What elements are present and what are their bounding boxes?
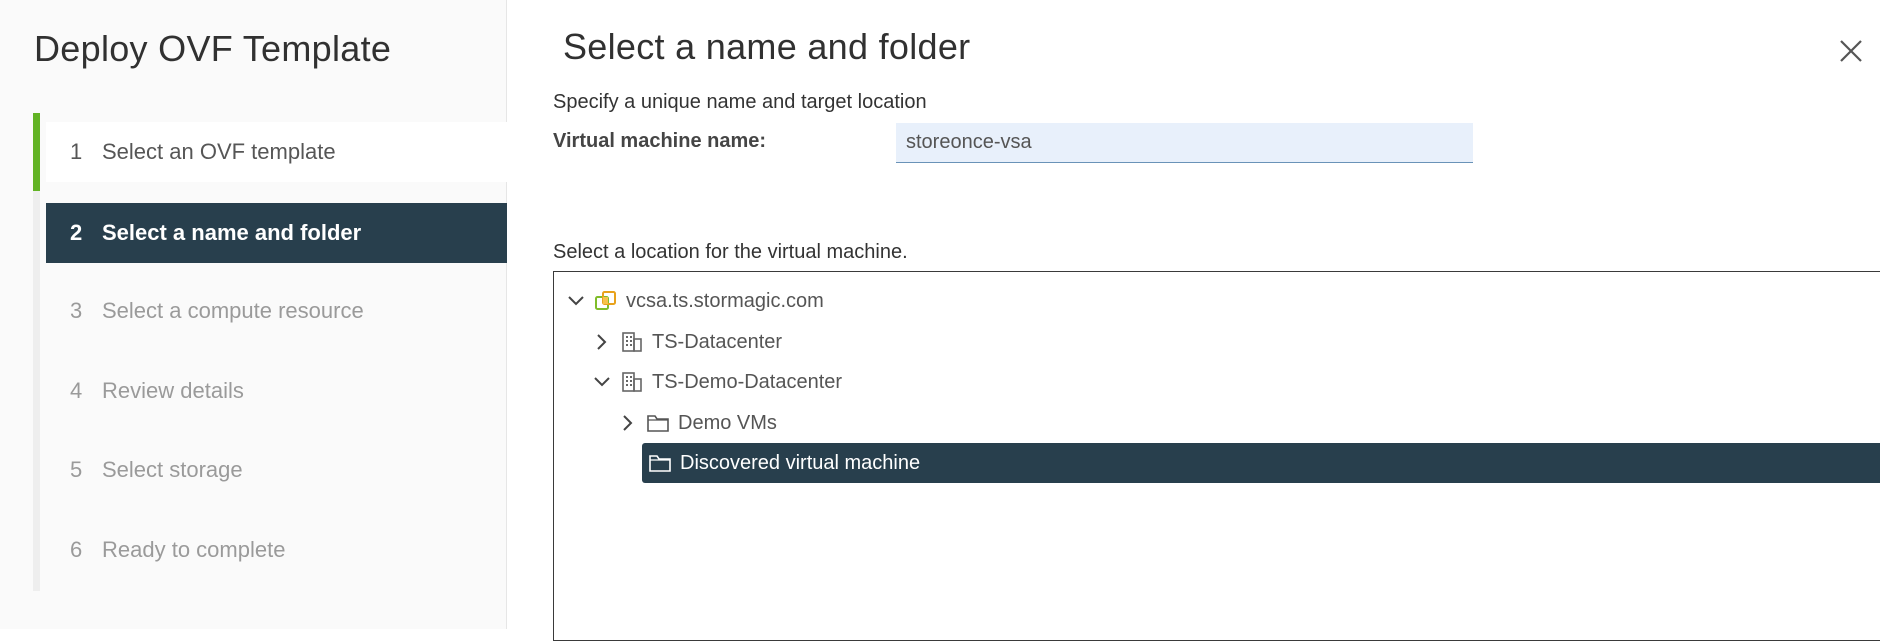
location-label: Select a location for the virtual machin… bbox=[553, 241, 908, 263]
step-label: Review details bbox=[102, 378, 244, 403]
location-tree[interactable]: vcsa.ts.stormagic.com TS-Datacenter TS-D… bbox=[553, 271, 1880, 641]
step-label: Select storage bbox=[102, 457, 243, 482]
wizard-title: Deploy OVF Template bbox=[34, 28, 392, 69]
step-6: 6 Ready to complete bbox=[46, 520, 507, 580]
datacenter-icon bbox=[620, 370, 644, 394]
vcenter-icon bbox=[594, 289, 618, 313]
chevron-down-icon[interactable] bbox=[592, 372, 612, 392]
tree-node-ts-datacenter[interactable]: TS-Datacenter bbox=[592, 322, 782, 362]
vm-name-input[interactable] bbox=[896, 123, 1473, 163]
folder-icon bbox=[646, 411, 670, 435]
tree-node-label: Discovered virtual machine bbox=[680, 451, 921, 474]
step-label: Select an OVF template bbox=[102, 139, 336, 164]
step-3: 3 Select a compute resource bbox=[46, 281, 507, 341]
chevron-right-icon[interactable] bbox=[618, 413, 638, 433]
step-4: 4 Review details bbox=[46, 361, 507, 421]
wizard-sidebar: Deploy OVF Template 1 Select an OVF temp… bbox=[0, 0, 507, 629]
step-label: Ready to complete bbox=[102, 537, 286, 562]
step-2[interactable]: 2 Select a name and folder bbox=[46, 203, 507, 263]
vm-name-label: Virtual machine name: bbox=[553, 130, 767, 152]
tree-node-label: vcsa.ts.stormagic.com bbox=[626, 289, 824, 312]
step-number: 3 bbox=[70, 298, 83, 323]
close-button[interactable] bbox=[1836, 36, 1866, 66]
tree-node-label: Demo VMs bbox=[678, 411, 777, 434]
page-subtitle: Specify a unique name and target locatio… bbox=[553, 91, 927, 113]
step-label: Select a compute resource bbox=[102, 298, 364, 323]
folder-icon bbox=[648, 451, 672, 475]
tree-node-label: TS-Datacenter bbox=[652, 330, 783, 353]
step-number: 4 bbox=[70, 378, 83, 403]
tree-node-discovered-vm[interactable]: Discovered virtual machine bbox=[642, 443, 1880, 483]
tree-node-ts-demo-datacenter[interactable]: TS-Demo-Datacenter bbox=[592, 362, 842, 402]
step-number: 1 bbox=[70, 139, 83, 164]
page-title: Select a name and folder bbox=[563, 26, 971, 67]
step-number: 6 bbox=[70, 537, 83, 562]
step-number: 5 bbox=[70, 457, 83, 482]
close-icon bbox=[1840, 40, 1862, 62]
tree-node-label: TS-Demo-Datacenter bbox=[652, 370, 843, 393]
tree-node-demo-vms[interactable]: Demo VMs bbox=[618, 403, 777, 443]
step-number: 2 bbox=[70, 220, 83, 245]
chevron-down-icon[interactable] bbox=[566, 291, 586, 311]
datacenter-icon bbox=[620, 330, 644, 354]
step-progress-indicator bbox=[33, 113, 40, 191]
step-label: Select a name and folder bbox=[102, 220, 362, 245]
tree-node-vcenter[interactable]: vcsa.ts.stormagic.com bbox=[566, 281, 824, 321]
step-5: 5 Select storage bbox=[46, 440, 507, 500]
chevron-right-icon[interactable] bbox=[592, 332, 612, 352]
step-1[interactable]: 1 Select an OVF template bbox=[46, 122, 507, 182]
